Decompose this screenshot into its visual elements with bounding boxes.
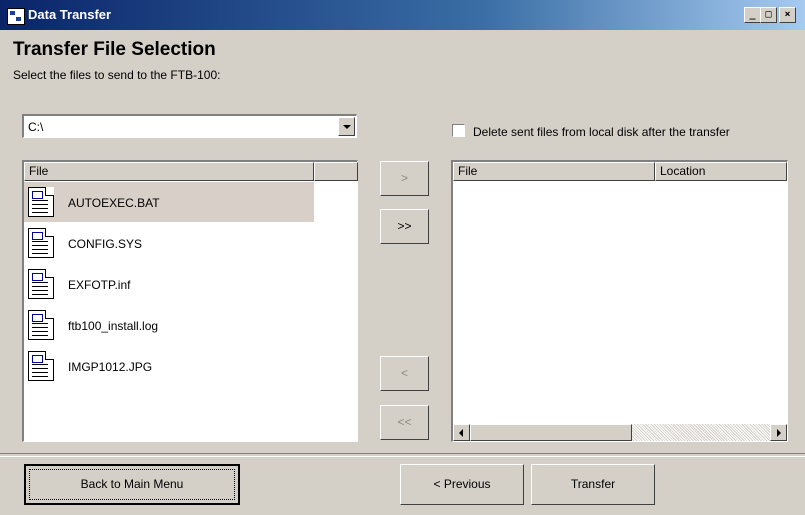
file-name: AUTOEXEC.BAT [68, 196, 160, 210]
title-bar [0, 0, 805, 30]
maximize-button[interactable]: □ [760, 7, 777, 23]
remove-all-button[interactable]: << [380, 405, 429, 440]
transfer-button[interactable]: Transfer [531, 464, 655, 505]
column-header-file[interactable]: File [24, 162, 314, 181]
maximize-icon: □ [765, 9, 772, 20]
document-icon [28, 187, 54, 217]
column-header-location[interactable]: Location [655, 162, 787, 181]
minimize-icon: _ [749, 9, 756, 20]
drive-select[interactable]: C:\ [22, 114, 357, 138]
delete-sent-checkbox[interactable] [452, 124, 465, 137]
arrow-right-icon[interactable] [770, 424, 787, 441]
source-file-list[interactable]: File AUTOEXEC.BAT CONFIG.SYS EXFOTP.inf … [22, 160, 358, 442]
document-icon [28, 228, 54, 258]
document-icon [28, 310, 54, 340]
add-all-button[interactable]: >> [380, 209, 429, 244]
scrollbar-track[interactable] [632, 424, 770, 441]
column-header-file[interactable]: File [453, 162, 655, 181]
close-button[interactable]: × [779, 7, 796, 23]
remove-selected-button[interactable]: < [380, 356, 429, 391]
file-name: EXFOTP.inf [68, 278, 131, 292]
back-to-main-menu-button[interactable]: Back to Main Menu [24, 464, 240, 505]
column-header-blank[interactable] [314, 162, 358, 181]
page-subtitle: Select the files to send to the FTB-100: [13, 68, 221, 82]
document-icon [28, 351, 54, 381]
file-row[interactable]: ftb100_install.log [24, 305, 314, 345]
destination-file-list[interactable]: File Location [451, 160, 788, 442]
previous-button[interactable]: < Previous [400, 464, 524, 505]
back-label: Back to Main Menu [29, 469, 235, 500]
document-icon [28, 269, 54, 299]
file-name: CONFIG.SYS [68, 237, 143, 251]
file-name: IMGP1012.JPG [68, 360, 153, 374]
close-icon: × [784, 9, 791, 20]
file-row[interactable]: IMGP1012.JPG [24, 346, 314, 386]
window-title: Data Transfer [28, 7, 112, 22]
file-row[interactable]: EXFOTP.inf [24, 264, 314, 304]
file-name: ftb100_install.log [68, 319, 159, 333]
scrollbar-thumb[interactable] [470, 424, 632, 441]
arrow-left-icon[interactable] [453, 424, 470, 441]
minimize-button[interactable]: _ [744, 7, 761, 23]
add-selected-button[interactable]: > [380, 161, 429, 196]
drive-value: C:\ [28, 120, 44, 134]
chevron-down-icon[interactable] [338, 117, 355, 136]
horizontal-scrollbar[interactable] [453, 424, 787, 441]
file-row[interactable]: AUTOEXEC.BAT [24, 182, 314, 222]
file-row[interactable]: CONFIG.SYS [24, 223, 314, 263]
page-title: Transfer File Selection [13, 39, 216, 60]
data-transfer-icon [7, 8, 25, 25]
footer-divider [0, 453, 805, 457]
delete-sent-label[interactable]: Delete sent files from local disk after … [473, 125, 730, 139]
